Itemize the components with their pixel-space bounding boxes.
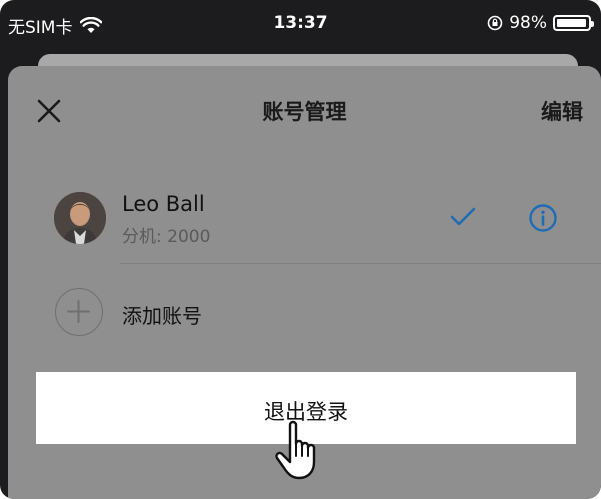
status-bar: 无SIM卡 13:37 98% xyxy=(0,0,601,46)
battery-percent: 98% xyxy=(509,13,547,33)
add-account-circle xyxy=(55,288,103,336)
add-account-row[interactable]: 添加账号 xyxy=(8,280,601,346)
add-account-label: 添加账号 xyxy=(122,304,202,328)
info-icon[interactable] xyxy=(528,203,558,233)
status-right: 98% xyxy=(487,13,594,33)
battery-fill xyxy=(557,19,586,27)
battery-icon xyxy=(553,15,594,31)
sheet-nav-bar: 账号管理 编辑 xyxy=(8,66,601,156)
edit-button[interactable]: 编辑 xyxy=(541,96,583,126)
sheet-title: 账号管理 xyxy=(262,100,347,124)
divider xyxy=(120,263,601,264)
account-row[interactable]: Leo Ball 分机: 2000 xyxy=(8,178,601,264)
account-extension: 分机: 2000 xyxy=(122,227,211,247)
avatar-photo xyxy=(54,192,106,244)
orientation-lock-icon xyxy=(487,15,503,31)
phone-screen: 无SIM卡 13:37 98% 账号管理 编辑 Leo Ball 分机: 200… xyxy=(0,0,601,499)
avatar xyxy=(54,192,106,244)
plus-icon xyxy=(67,300,90,323)
battery-tip xyxy=(591,21,594,27)
checkmark-icon xyxy=(450,207,476,226)
hand-pointer-cursor-icon xyxy=(275,420,316,480)
account-name: Leo Ball xyxy=(122,192,205,216)
